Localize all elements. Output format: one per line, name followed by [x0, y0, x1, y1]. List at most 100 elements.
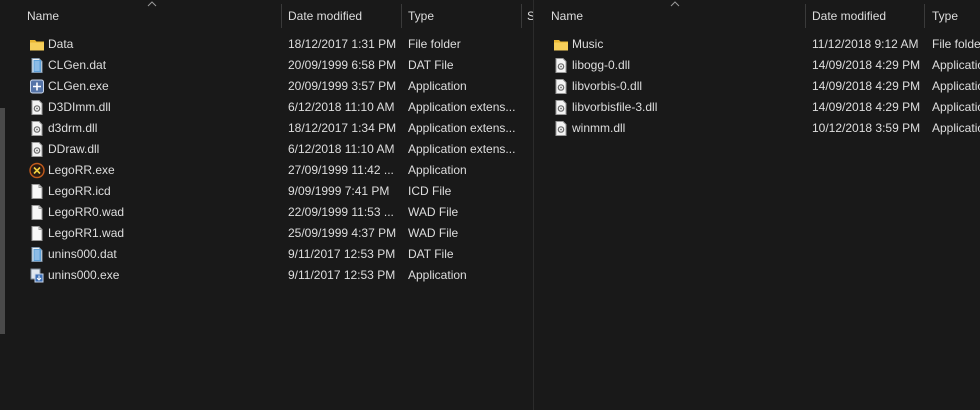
file-row-d3drm-dll[interactable]: d3drm.dll 18/12/2017 1:34 PM Application e…	[0, 118, 532, 139]
file-name: Music	[572, 37, 604, 51]
dat-file-icon	[29, 246, 45, 263]
blank-file-icon	[29, 225, 45, 242]
file-list: Music 11/12/2018 9:12 AM File folder libogg…	[534, 34, 980, 139]
file-name: d3drm.dll	[48, 121, 98, 135]
column-separator[interactable]	[805, 4, 806, 28]
file-name: libvorbisfile-3.dll	[572, 100, 658, 114]
file-type: Application	[408, 79, 467, 93]
file-date-modified: 14/09/2018 4:29 PM	[812, 58, 921, 72]
file-date-modified: 10/12/2018 3:59 PM	[812, 121, 921, 135]
file-list: Data 18/12/2017 1:31 PM File folder CLGen.d…	[0, 34, 532, 286]
file-row-winmm-dll[interactable]: winmm.dll 10/12/2018 3:59 PM Application e…	[534, 118, 980, 139]
file-type: Application extens...	[932, 100, 980, 114]
file-date-modified: 18/12/2017 1:31 PM	[288, 37, 397, 51]
file-name: Data	[48, 37, 74, 51]
file-row-libvorbis-0-dll[interactable]: libvorbis-0.dll 14/09/2018 4:29 PM Applica…	[534, 76, 980, 97]
file-date-modified: 22/09/1999 11:53 ...	[288, 205, 394, 219]
file-name: DDraw.dll	[48, 142, 100, 156]
blank-file-icon	[29, 183, 45, 200]
file-date-modified: 14/09/2018 4:29 PM	[812, 79, 921, 93]
legorr-app-icon	[29, 162, 45, 179]
file-date-modified: 20/09/1999 6:58 PM	[288, 58, 397, 72]
file-type: ICD File	[408, 184, 452, 198]
app-icon	[29, 78, 45, 95]
file-date-modified: 9/11/2017 12:53 PM	[288, 268, 396, 282]
file-name: D3DImm.dll	[48, 100, 111, 114]
file-row-ddraw-dll[interactable]: DDraw.dll 6/12/2018 11:10 AM Application e…	[0, 139, 532, 160]
column-header-date-label: Date modified	[288, 9, 363, 23]
file-name: LegoRR0.wad	[48, 205, 125, 219]
file-name: winmm.dll	[572, 121, 626, 135]
column-header-type[interactable]: Type	[932, 0, 980, 30]
column-header-type-label: Type	[932, 9, 959, 23]
file-date-modified: 25/09/1999 4:37 PM	[288, 226, 397, 240]
file-date-modified: 14/09/2018 4:29 PM	[812, 100, 921, 114]
file-row-legorr-icd[interactable]: LegoRR.icd 9/09/1999 7:41 PM ICD File	[0, 181, 532, 202]
file-row-legorr1-wad[interactable]: LegoRR1.wad 25/09/1999 4:37 PM WAD File	[0, 223, 532, 244]
file-date-modified: 11/12/2018 9:12 AM	[812, 37, 919, 51]
dll-file-icon	[29, 141, 45, 158]
column-separator[interactable]	[521, 4, 522, 28]
folder-icon	[553, 36, 569, 53]
file-date-modified: 6/12/2018 11:10 AM	[288, 142, 395, 156]
file-row-legorr0-wad[interactable]: LegoRR0.wad 22/09/1999 11:53 ... WAD File	[0, 202, 532, 223]
file-date-modified: 27/09/1999 11:42 ...	[288, 163, 394, 177]
file-name: CLGen.dat	[48, 58, 107, 72]
file-type: Application extens...	[408, 100, 516, 114]
file-row-legorr-exe[interactable]: LegoRR.exe 27/09/1999 11:42 ... Applicatio…	[0, 160, 532, 181]
file-type: File folder	[932, 37, 980, 51]
file-date-modified: 9/09/1999 7:41 PM	[288, 184, 390, 198]
file-name: CLGen.exe	[48, 79, 109, 93]
file-name: unins000.dat	[48, 247, 117, 261]
sort-ascending-icon	[670, 1, 680, 7]
column-separator[interactable]	[281, 4, 282, 28]
file-row-unins000-dat[interactable]: unins000.dat 9/11/2017 12:53 PM DAT File	[0, 244, 532, 265]
file-type: DAT File	[408, 58, 454, 72]
file-type: DAT File	[408, 247, 454, 261]
file-type: Application extens...	[932, 79, 980, 93]
column-header-name-label: Name	[27, 9, 60, 23]
file-row-unins000-exe[interactable]: unins000.exe 9/11/2017 12:53 PM Applicatio…	[0, 265, 532, 286]
file-type: Application extens...	[408, 142, 516, 156]
file-name: LegoRR.exe	[48, 163, 115, 177]
column-separator[interactable]	[924, 4, 925, 28]
file-row-data[interactable]: Data 18/12/2017 1:31 PM File folder	[0, 34, 532, 55]
file-type: Application	[408, 163, 467, 177]
file-name: LegoRR.icd	[48, 184, 111, 198]
column-header-date-label: Date modified	[812, 9, 887, 23]
dll-file-icon	[553, 78, 569, 95]
file-type: WAD File	[408, 226, 459, 240]
installer-icon	[29, 267, 45, 284]
blank-file-icon	[29, 204, 45, 221]
sort-ascending-icon	[147, 1, 157, 7]
column-header-name-label: Name	[551, 9, 584, 23]
file-name: unins000.exe	[48, 268, 120, 282]
file-name: libvorbis-0.dll	[572, 79, 643, 93]
file-date-modified: 18/12/2017 1:34 PM	[288, 121, 397, 135]
column-header-type-label: Type	[408, 9, 435, 23]
file-row-clgen-dat[interactable]: CLGen.dat 20/09/1999 6:58 PM DAT File	[0, 55, 532, 76]
folder-icon	[29, 36, 45, 53]
column-header-date[interactable]: Date modified	[288, 0, 398, 30]
file-row-music[interactable]: Music 11/12/2018 9:12 AM File folder	[534, 34, 980, 55]
file-type: Application extens...	[408, 121, 516, 135]
column-header-type[interactable]: Type	[408, 0, 518, 30]
file-type: Application extens...	[932, 58, 980, 72]
column-header-row: Name Date modified Type S	[0, 0, 535, 30]
file-row-clgen-exe[interactable]: CLGen.exe 20/09/1999 3:57 PM Application	[0, 76, 532, 97]
column-header-row: Name Date modified Type	[534, 0, 980, 30]
left-file-pane: Name Date modified Type S Data 18/12/2017…	[0, 0, 535, 410]
dll-file-icon	[553, 99, 569, 116]
dll-file-icon	[29, 120, 45, 137]
file-type: Application extens...	[932, 121, 980, 135]
file-name: libogg-0.dll	[572, 58, 631, 72]
right-file-pane: Name Date modified Type Music 11/12/2018 …	[533, 0, 980, 410]
file-date-modified: 6/12/2018 11:10 AM	[288, 100, 395, 114]
dll-file-icon	[553, 57, 569, 74]
file-row-libogg-0-dll[interactable]: libogg-0.dll 14/09/2018 4:29 PM Applicatio…	[534, 55, 980, 76]
column-header-date[interactable]: Date modified	[812, 0, 922, 30]
column-separator[interactable]	[401, 4, 402, 28]
file-row-d3dimm-dll[interactable]: D3DImm.dll 6/12/2018 11:10 AM Application …	[0, 97, 532, 118]
file-row-libvorbisfile-3-dll[interactable]: libvorbisfile-3.dll 14/09/2018 4:29 PM App…	[534, 97, 980, 118]
file-type: File folder	[408, 37, 461, 51]
